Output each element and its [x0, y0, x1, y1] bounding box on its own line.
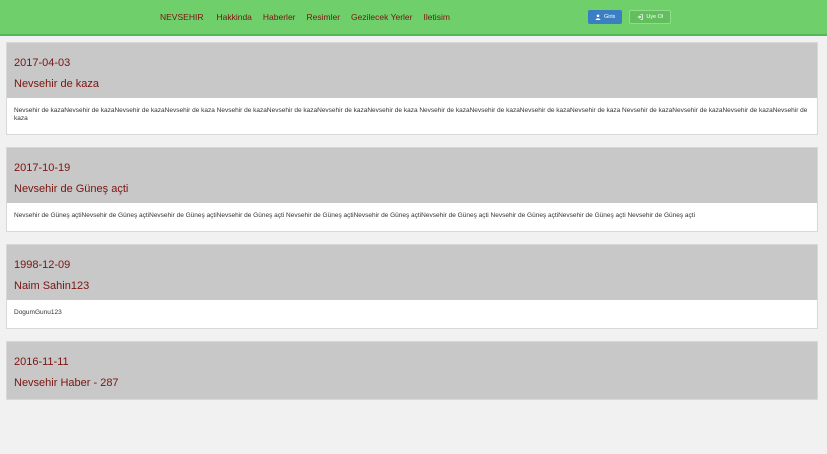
news-post-title: Nevsehir Haber - 287	[14, 377, 119, 389]
navbar: NEVSEHIR Hakkinda Haberler Resimler Gezi…	[0, 0, 827, 36]
nav-brand[interactable]: NEVSEHIR	[160, 12, 203, 22]
nav-link-iletisim[interactable]: Iletisim	[423, 12, 449, 22]
nav-link-resimler[interactable]: Resimler	[307, 12, 341, 22]
news-post-title: Naim Sahin123	[14, 280, 90, 292]
news-post-header: 2017-10-19 Nevsehir de Güneş açti	[7, 148, 817, 203]
news-post-date: 1998-12-09	[14, 259, 71, 271]
news-post-title: Nevsehir de Güneş açti	[14, 183, 129, 195]
login-button[interactable]: Giris	[588, 10, 623, 24]
news-post-header: 1998-12-09 Naim Sahin123	[7, 245, 817, 300]
nav-link-hakkinda[interactable]: Hakkinda	[216, 12, 251, 22]
news-post-date: 2016-11-11	[14, 356, 69, 368]
login-label: Giris	[604, 14, 616, 20]
news-post-date: 2017-10-19	[14, 162, 71, 174]
news-post-header: 2017-04-03 Nevsehir de kaza	[7, 43, 817, 98]
nav-links: NEVSEHIR Hakkinda Haberler Resimler Gezi…	[160, 0, 450, 34]
nav-link-gezilecek-yerler[interactable]: Gezilecek Yerler	[351, 12, 412, 22]
nav-link-haberler[interactable]: Haberler	[263, 12, 296, 22]
news-post-body: Nevsehir de Güneş açtiNevsehir de Güneş …	[7, 203, 817, 231]
news-post-title: Nevsehir de kaza	[14, 78, 99, 90]
news-post-date: 2017-04-03	[14, 57, 71, 69]
signup-button[interactable]: Uye Ol	[629, 10, 672, 24]
news-post-body: DogumGunu123	[7, 300, 817, 328]
user-icon	[595, 14, 601, 20]
news-post-header: 2016-11-11 Nevsehir Haber - 287	[7, 342, 817, 399]
news-post-body: Nevsehir de kazaNevsehir de kazaNevsehir…	[7, 98, 817, 134]
news-post: 1998-12-09 Naim Sahin123 DogumGunu123	[6, 244, 818, 329]
news-post: 2017-10-19 Nevsehir de Güneş açti Nevseh…	[6, 147, 818, 232]
news-post: 2016-11-11 Nevsehir Haber - 287	[6, 341, 818, 400]
news-post: 2017-04-03 Nevsehir de kaza Nevsehir de …	[6, 42, 818, 135]
news-list: 2017-04-03 Nevsehir de kaza Nevsehir de …	[6, 42, 818, 412]
nav-buttons: Giris Uye Ol	[588, 10, 672, 24]
sign-in-icon	[637, 14, 644, 20]
signup-label: Uye Ol	[646, 14, 664, 20]
